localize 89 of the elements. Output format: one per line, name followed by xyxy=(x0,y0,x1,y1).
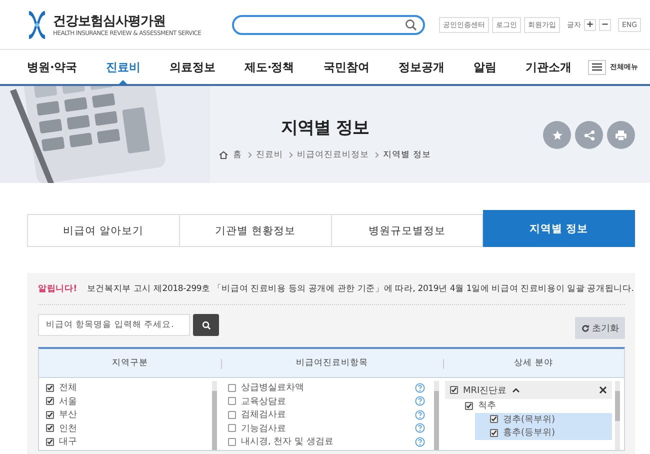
checkbox[interactable] xyxy=(228,424,236,432)
checkbox[interactable] xyxy=(46,438,54,446)
notice-text: 보건복지부 고시 제2018-299호 「비급여 진료비용 등의 공개에 관한 기준」에 따라, 2019년 4월 1일에 비급여 진료비용이 일괄 공개됩니다. xyxy=(86,283,634,295)
region-label: 부산 xyxy=(59,409,77,422)
cost-item[interactable]: 기능검사료 xyxy=(228,422,443,435)
close-icon[interactable] xyxy=(599,386,607,394)
detail-label: 흉추(등부위) xyxy=(503,427,556,440)
checkbox[interactable] xyxy=(46,424,54,432)
checkbox[interactable] xyxy=(228,438,236,446)
checkbox[interactable] xyxy=(490,428,498,437)
bookmark-button[interactable] xyxy=(543,121,571,149)
scrollbar[interactable] xyxy=(212,381,217,450)
checkbox[interactable] xyxy=(46,410,54,419)
cost-item-label: 교육상담료 xyxy=(241,396,286,408)
region-item[interactable]: 인천 xyxy=(46,422,221,435)
print-button[interactable] xyxy=(607,121,635,149)
cost-item[interactable]: 검체검사료 xyxy=(228,408,443,422)
printer-icon xyxy=(615,130,627,140)
search-icon[interactable] xyxy=(405,18,417,30)
breadcrumb-link[interactable]: 홈 xyxy=(233,149,242,161)
logo-icon xyxy=(27,10,47,40)
help-icon[interactable] xyxy=(415,423,425,434)
nav-item[interactable]: 의료정보 xyxy=(169,50,216,84)
region-label: 인천 xyxy=(59,422,77,435)
detail-item[interactable]: 경추(목부위) xyxy=(475,412,612,426)
region-label: 서울 xyxy=(59,396,77,408)
nav-item[interactable]: 제도·정책 xyxy=(244,50,294,84)
region-item[interactable]: 대구 xyxy=(46,435,221,448)
checkbox[interactable] xyxy=(46,397,54,406)
column-header: 지역구분 xyxy=(111,357,149,369)
help-icon[interactable] xyxy=(415,410,425,420)
help-icon[interactable] xyxy=(415,382,425,393)
cost-item-label: 내시경, 천자 및 생검료 xyxy=(241,436,334,448)
breadcrumb-link[interactable]: 진료비 xyxy=(256,149,284,161)
checkbox[interactable] xyxy=(46,384,54,392)
reset-button[interactable]: 초기화 xyxy=(575,317,625,339)
breadcrumb-link[interactable]: 비급여진료비정보 xyxy=(297,149,370,161)
share-icon xyxy=(584,130,594,140)
help-icon[interactable] xyxy=(415,436,425,447)
search-button[interactable] xyxy=(193,314,219,336)
notice-label: 알립니다! xyxy=(38,283,77,295)
cost-item[interactable]: 내시경, 천자 및 생검료 xyxy=(228,435,443,448)
font-decrease-button[interactable]: − xyxy=(599,18,611,30)
checkbox[interactable] xyxy=(228,384,236,392)
region-label: 대구 xyxy=(59,436,77,448)
cost-item-label: 기능검사료 xyxy=(241,422,286,435)
star-icon xyxy=(552,130,562,140)
search-icon xyxy=(202,320,210,330)
nav-item[interactable]: 기관소개 xyxy=(525,50,572,84)
tab[interactable]: 병원규모별정보 xyxy=(332,215,484,246)
region-label: 전체 xyxy=(59,382,77,394)
refresh-icon xyxy=(581,324,590,332)
checkbox[interactable] xyxy=(490,415,498,424)
detail-label: 경추(목부위) xyxy=(503,414,556,426)
region-item[interactable]: 전체 xyxy=(46,381,221,394)
menu-icon[interactable] xyxy=(588,60,606,74)
detail-item[interactable]: 흉추(등부위) xyxy=(475,426,612,440)
detail-label: 척추 xyxy=(478,400,496,412)
checkbox[interactable] xyxy=(465,402,473,410)
detail-category[interactable]: MRI진단료 xyxy=(445,381,612,399)
detail-label: MRI진단료 xyxy=(463,384,507,396)
share-button[interactable] xyxy=(575,121,603,149)
nav-item[interactable]: 국민참여 xyxy=(323,50,370,84)
checkbox[interactable] xyxy=(450,386,458,394)
column-header: 비급여진료비항목 xyxy=(221,357,443,369)
checkbox[interactable] xyxy=(228,410,236,419)
item-search-field[interactable]: 비급여 항목명을 입력해 주세요. xyxy=(38,314,190,336)
breadcrumb-link[interactable]: 지역별 정보 xyxy=(383,149,431,161)
scrollbar[interactable] xyxy=(615,381,620,450)
cost-item-label: 검체검사료 xyxy=(241,409,286,422)
cost-item[interactable]: 교육상담료 xyxy=(228,394,443,408)
scrollbar[interactable] xyxy=(434,381,439,450)
region-item[interactable]: 서울 xyxy=(46,394,221,408)
region-item[interactable]: 부산 xyxy=(46,408,221,422)
logo-name[interactable]: 건강보험심사평가원 xyxy=(53,12,202,30)
column-header: 상세 분야 xyxy=(443,357,624,369)
home-icon[interactable] xyxy=(219,151,228,159)
cost-item[interactable]: 상급병실료차액 xyxy=(228,381,443,394)
help-icon[interactable] xyxy=(415,396,425,406)
search-field[interactable] xyxy=(232,14,425,34)
nav-item[interactable]: 알림 xyxy=(473,50,496,84)
caret-up-icon[interactable] xyxy=(512,387,520,393)
nav-item[interactable]: 병원·약국 xyxy=(27,50,77,84)
checkbox[interactable] xyxy=(228,397,236,406)
page-title: 지역별 정보 xyxy=(281,117,369,139)
font-increase-button[interactable]: + xyxy=(584,18,596,30)
nav-item[interactable]: 정보공개 xyxy=(398,50,444,84)
tab[interactable]: 지역별 정보 xyxy=(483,210,635,247)
cost-item-label: 상급병실료차액 xyxy=(241,382,304,394)
